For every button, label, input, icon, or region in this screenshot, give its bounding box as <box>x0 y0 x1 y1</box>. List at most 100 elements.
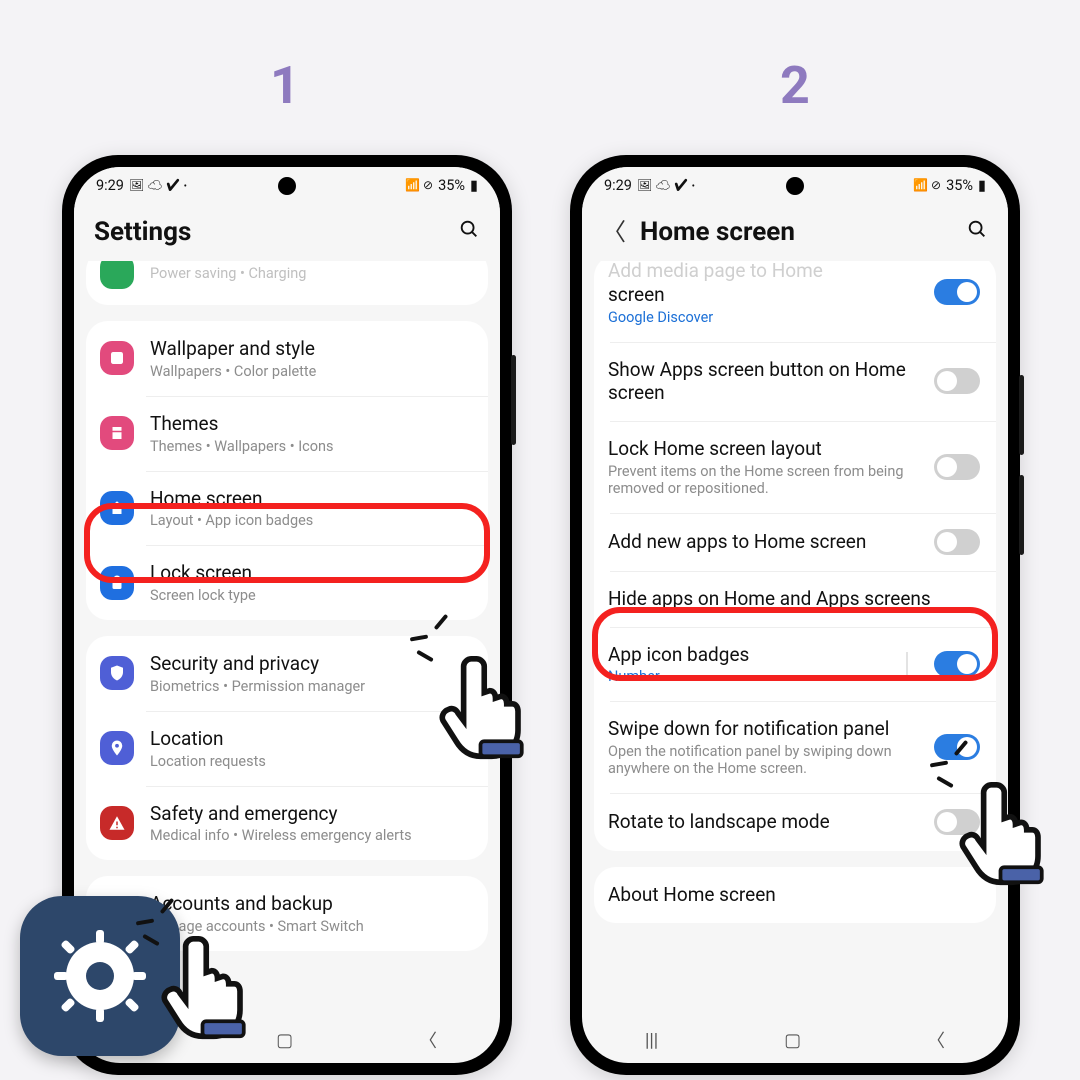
status-time: 9:29 <box>604 177 632 194</box>
pin-icon <box>100 731 134 765</box>
list-item-title: Accounts and backup <box>150 892 472 916</box>
list-item[interactable]: Power saving • Charging <box>86 261 488 305</box>
nav-bar: ||| ▢ 〈 <box>582 1017 1008 1063</box>
list-item-title: Home screen <box>150 487 472 511</box>
list-item-title: About Home screen <box>608 883 980 907</box>
list-item-sub: Location requests <box>150 753 472 770</box>
camera-punchhole <box>786 177 804 195</box>
nav-home-icon[interactable]: ▢ <box>784 1030 801 1051</box>
settings-app-icon[interactable] <box>20 896 180 1056</box>
back-icon[interactable]: 〈 <box>602 220 628 244</box>
list-item[interactable]: Lock screen Screen lock type <box>86 545 488 620</box>
list-item-sub: Prevent items on the Home screen from be… <box>608 463 918 497</box>
status-icons-right: 📶 ⊘ <box>405 178 433 192</box>
list-item-title: Lock screen <box>150 561 472 585</box>
list-item[interactable]: Themes Themes • Wallpapers • Icons <box>86 396 488 471</box>
list-item-title: Add media page to Home <box>608 261 918 283</box>
list-item-sub: Open the notification panel by swiping d… <box>608 743 918 777</box>
camera-punchhole <box>278 177 296 195</box>
status-battery: 35% <box>438 177 465 194</box>
status-icons-left: 🖼 ☁ ✔ <box>129 178 187 192</box>
settings-card: Wallpaper and style Wallpapers • Color pa… <box>86 321 488 620</box>
list-item-title: Hide apps on Home and Apps screens <box>608 587 980 611</box>
list-item[interactable]: Show Apps screen button on Home screen <box>594 342 996 422</box>
list-item[interactable]: Lock Home screen layoutPrevent items on … <box>594 421 996 513</box>
list-item-sub: Layout • App icon badges <box>150 512 472 529</box>
list-item[interactable]: About Home screen <box>594 867 996 923</box>
list-item-sub: Manage accounts • Smart Switch <box>150 918 472 935</box>
search-icon[interactable] <box>458 218 480 246</box>
list-item-title: Themes <box>150 412 472 436</box>
list-item-title: Add new apps to Home screen <box>608 530 918 554</box>
list-item[interactable]: Add new apps to Home screen <box>594 513 996 571</box>
list-item[interactable]: Security and privacy Biometrics • Permiss… <box>86 636 488 711</box>
list-item-title: App icon badges <box>608 643 884 667</box>
phone-frame-2: 9:29 🖼 ☁ ✔ 📶 ⊘ 35% ▮ 〈 Home screen Add m… <box>570 155 1020 1075</box>
list-item-sub: Medical info • Wireless emergency alerts <box>150 827 472 844</box>
list-item-title: Lock Home screen layout <box>608 437 918 461</box>
shield-icon <box>100 656 134 690</box>
list-item-sub: Themes • Wallpapers • Icons <box>150 438 472 455</box>
search-icon[interactable] <box>966 218 988 246</box>
step-label-2: 2 <box>780 55 810 116</box>
list-item[interactable]: Wallpaper and style Wallpapers • Color pa… <box>86 321 488 396</box>
wallpaper-icon <box>100 341 134 375</box>
page-title: Home screen <box>640 217 954 247</box>
list-item-title: Rotate to landscape mode <box>608 810 918 834</box>
status-time: 9:29 <box>96 177 124 194</box>
toggle-switch[interactable] <box>934 279 980 305</box>
battery-icon: ▮ <box>978 177 986 194</box>
toggle-switch[interactable] <box>934 809 980 835</box>
side-button <box>511 355 516 445</box>
list-item-title: Safety and emergency <box>150 802 472 826</box>
list-item[interactable]: Location Location requests <box>86 711 488 786</box>
toggle-switch[interactable] <box>934 454 980 480</box>
status-icons-left: 🖼 ☁ ✔ <box>637 178 695 192</box>
list-item-title: Security and privacy <box>150 652 472 676</box>
list-item[interactable]: Safety and emergencyMedical info • Wirel… <box>86 786 488 861</box>
page-title: Settings <box>94 217 446 247</box>
settings-card: Add media page to Homescreen Google Disco… <box>594 261 996 851</box>
list-item-title: Wallpaper and style <box>150 337 472 361</box>
nav-recents-icon[interactable]: ||| <box>645 1030 658 1051</box>
list-item[interactable]: Add media page to Homescreen Google Disco… <box>594 261 996 342</box>
settings-card-cut: Power saving • Charging <box>86 261 488 305</box>
list-item-sub: Screen lock type <box>150 587 472 604</box>
list-item-title: Show Apps screen button on Home screen <box>608 358 918 406</box>
settings-card: Security and privacy Biometrics • Permiss… <box>86 636 488 860</box>
themes-icon <box>100 416 134 450</box>
list-item-sub: Power saving • Charging <box>150 265 472 282</box>
list-item-title: screen <box>608 283 918 307</box>
header: Settings <box>74 203 500 261</box>
nav-home-icon[interactable]: ▢ <box>276 1030 293 1051</box>
list-item-sub: Biometrics • Permission manager <box>150 678 472 695</box>
battery-care-icon <box>100 261 134 289</box>
side-button <box>1019 475 1024 555</box>
alert-icon <box>100 806 134 840</box>
list-item[interactable]: App icon badgesNumber <box>594 627 996 702</box>
toggle-switch[interactable] <box>934 368 980 394</box>
list-item[interactable]: Rotate to landscape mode <box>594 793 996 851</box>
battery-icon: ▮ <box>470 177 478 194</box>
list-item-title: Location <box>150 727 472 751</box>
list-item-sub: Wallpapers • Color palette <box>150 363 472 380</box>
lock-icon <box>100 566 134 600</box>
divider <box>906 652 908 676</box>
toggle-switch[interactable] <box>934 651 980 677</box>
nav-back-icon[interactable]: 〈 <box>927 1027 945 1053</box>
list-item[interactable]: Hide apps on Home and Apps screens <box>594 571 996 627</box>
side-button <box>1019 375 1024 455</box>
list-item-title: Swipe down for notification panel <box>608 717 918 741</box>
list-item[interactable]: Swipe down for notification panelOpen th… <box>594 701 996 793</box>
home-icon <box>100 491 134 525</box>
settings-card: About Home screen <box>594 867 996 923</box>
nav-back-icon[interactable]: 〈 <box>419 1027 437 1053</box>
list-item-link[interactable]: Number <box>608 668 884 685</box>
list-item[interactable]: Home screenLayout • App icon badges <box>86 471 488 546</box>
toggle-switch[interactable] <box>934 734 980 760</box>
status-icons-right: 📶 ⊘ <box>913 178 941 192</box>
header: 〈 Home screen <box>582 203 1008 261</box>
toggle-switch[interactable] <box>934 529 980 555</box>
list-item-link[interactable]: Google Discover <box>608 309 918 326</box>
status-battery: 35% <box>946 177 973 194</box>
